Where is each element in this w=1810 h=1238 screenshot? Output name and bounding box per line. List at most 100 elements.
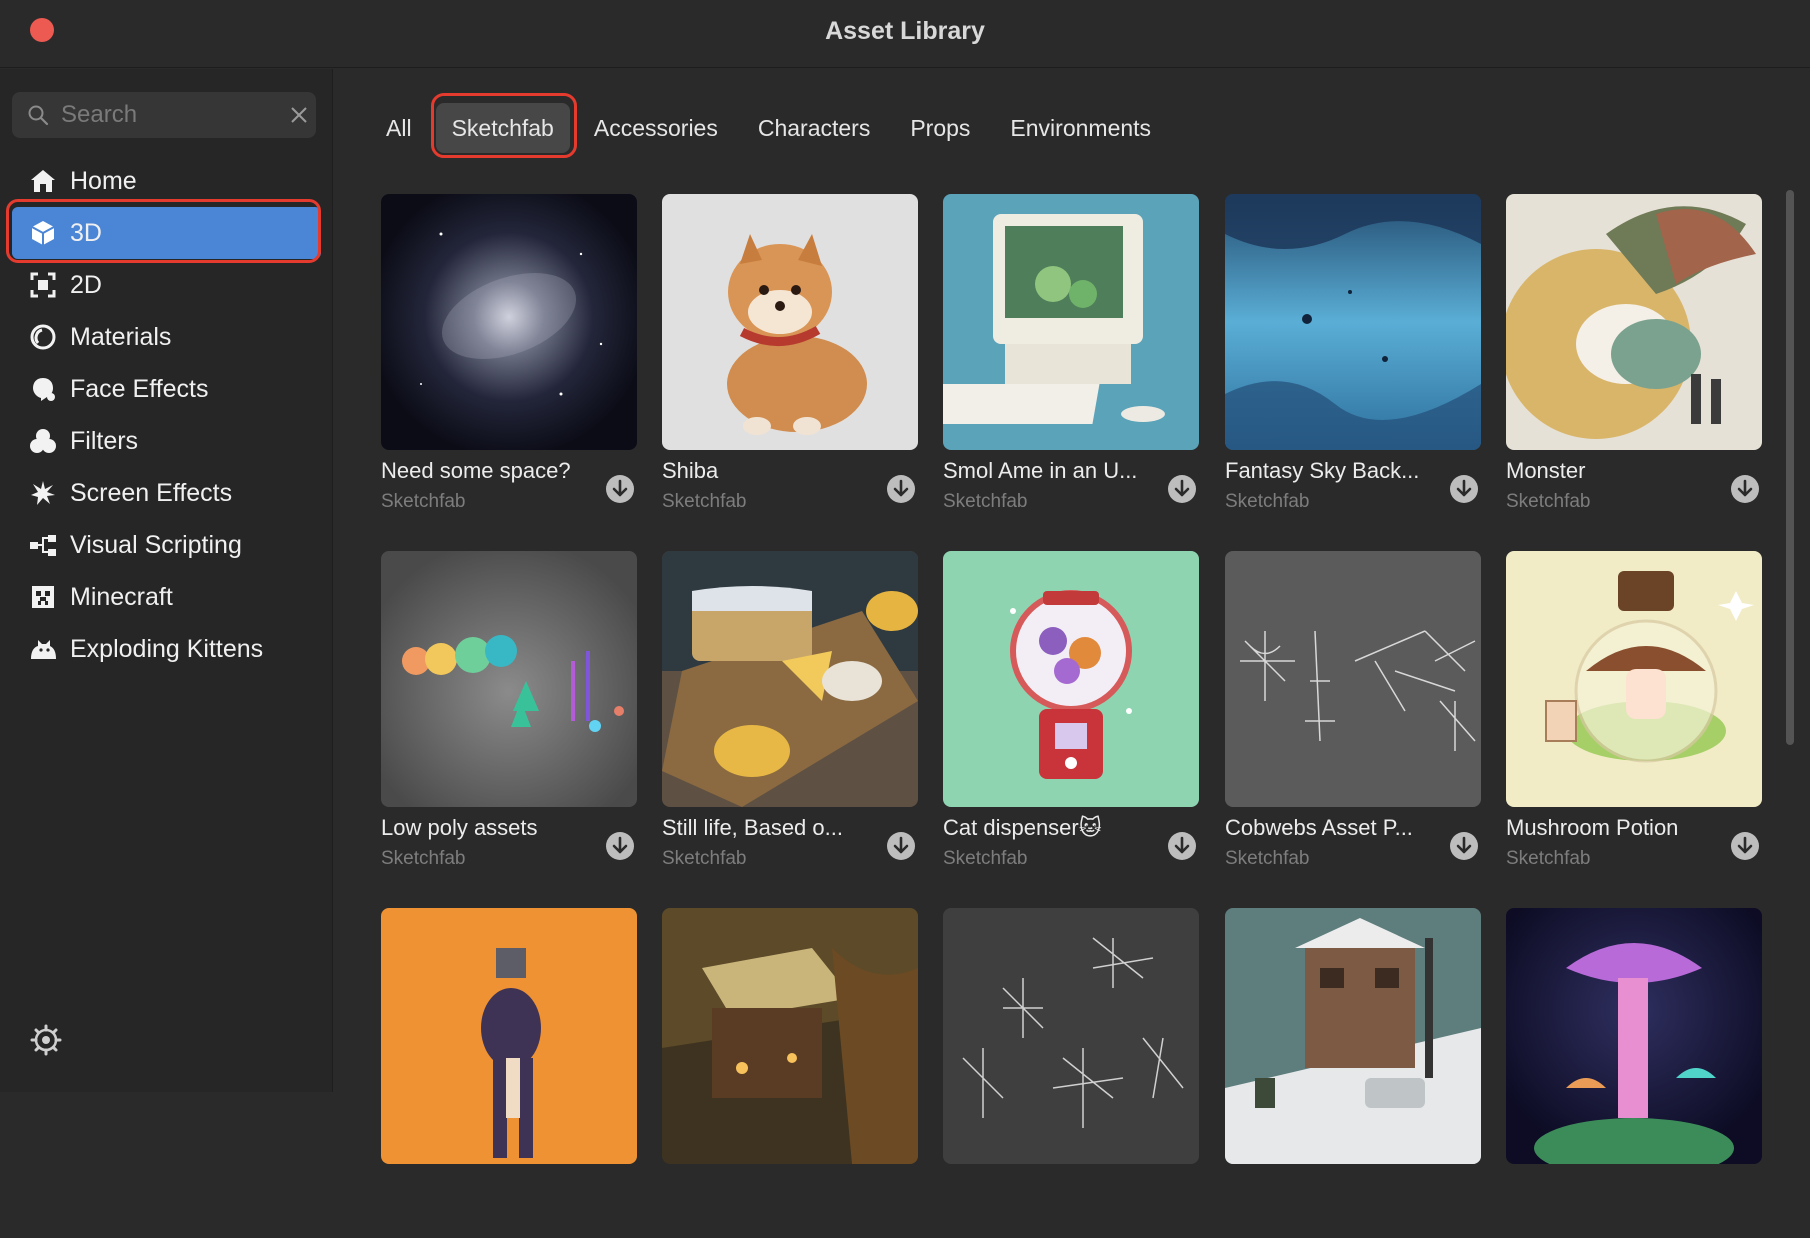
sidebar-item-label: Face Effects — [70, 374, 209, 403]
clear-search-icon[interactable] — [288, 104, 310, 126]
sidebar-item-screen-effects[interactable]: Screen Effects — [12, 467, 321, 519]
download-icon[interactable] — [605, 474, 635, 504]
download-icon[interactable] — [886, 474, 916, 504]
asset-card[interactable]: Shiba Sketchfab — [662, 194, 918, 524]
sidebar-item-label: Materials — [70, 322, 172, 351]
sidebar-item-face-effects[interactable]: Face Effects — [12, 363, 321, 415]
title-bar: Asset Library — [0, 0, 1810, 68]
sidebar-item-materials[interactable]: Materials — [12, 311, 321, 363]
asset-thumbnail[interactable] — [943, 551, 1199, 807]
asset-thumbnail[interactable] — [381, 194, 637, 450]
asset-thumbnail[interactable] — [1225, 551, 1481, 807]
asset-source: Sketchfab — [1506, 491, 1591, 512]
asset-card[interactable]: Cobwebs Asset P... Sketchfab — [1225, 551, 1481, 881]
sidebar-item-3d[interactable]: 3D — [12, 207, 321, 259]
sidebar-item-exploding-kittens[interactable]: Exploding Kittens — [12, 623, 321, 675]
asset-thumbnail[interactable] — [381, 551, 637, 807]
sidebar-item-2d[interactable]: 2D — [12, 259, 321, 311]
asset-source: Sketchfab — [381, 848, 466, 869]
search-icon — [28, 105, 49, 126]
sidebar-item-label: Visual Scripting — [70, 530, 242, 559]
asset-thumbnail[interactable] — [1506, 194, 1762, 450]
asset-title: Fantasy Sky Back... — [1225, 458, 1420, 483]
asset-card[interactable] — [943, 908, 1199, 1238]
asset-card[interactable]: Monster Sketchfab — [1506, 194, 1762, 524]
asset-thumbnail[interactable] — [662, 551, 918, 807]
sidebar-item-label: 3D — [70, 218, 102, 247]
download-icon[interactable] — [1449, 474, 1479, 504]
asset-source: Sketchfab — [662, 491, 747, 512]
asset-thumbnail[interactable] — [943, 908, 1199, 1164]
download-icon[interactable] — [1730, 474, 1760, 504]
tab-sketchfab[interactable]: Sketchfab — [435, 103, 570, 153]
asset-card[interactable]: Still life, Based o... Sketchfab — [662, 551, 918, 881]
asset-source: Sketchfab — [381, 491, 466, 512]
download-icon[interactable] — [1167, 474, 1197, 504]
settings-icon[interactable] — [30, 1024, 62, 1056]
sidebar-item-visual-scripting[interactable]: Visual Scripting — [12, 519, 321, 571]
visual-scripting-icon — [28, 530, 58, 560]
asset-title: Still life, Based o... — [662, 815, 843, 840]
asset-thumbnail[interactable] — [1506, 908, 1762, 1164]
sidebar-item-label: Screen Effects — [70, 478, 233, 507]
download-icon[interactable] — [1167, 831, 1197, 861]
asset-card[interactable]: Fantasy Sky Back... Sketchfab — [1225, 194, 1481, 524]
tab-characters[interactable]: Characters — [742, 103, 886, 153]
tab-environments[interactable]: Environments — [994, 103, 1167, 153]
tab-props[interactable]: Props — [894, 103, 986, 153]
asset-thumbnail[interactable] — [943, 194, 1199, 450]
sidebar-item-label: Filters — [70, 426, 139, 455]
asset-title: Smol Ame in an U... — [943, 458, 1138, 483]
asset-card[interactable] — [662, 908, 918, 1238]
sidebar-item-home[interactable]: Home — [12, 155, 321, 207]
asset-title: Monster — [1506, 458, 1586, 483]
face-effects-icon — [28, 374, 58, 404]
asset-card[interactable]: Need some space? Sketchfab — [381, 194, 637, 524]
tab-accessories[interactable]: Accessories — [578, 103, 734, 153]
sidebar: Home 3D 2D Materials — [0, 69, 333, 1092]
tab-all[interactable]: All — [370, 103, 428, 153]
asset-thumbnail[interactable] — [662, 908, 918, 1164]
asset-card[interactable] — [1225, 908, 1481, 1238]
asset-title: Cat dispenser🐱 — [943, 815, 1102, 840]
category-tabs: All Sketchfab Accessories Characters Pro… — [370, 103, 1175, 153]
sidebar-item-filters[interactable]: Filters — [12, 415, 321, 467]
asset-title: Cobwebs Asset P... — [1225, 815, 1413, 840]
main-content: All Sketchfab Accessories Characters Pro… — [334, 69, 1810, 1164]
sidebar-item-label: Home — [70, 166, 137, 195]
scrollbar[interactable] — [1786, 190, 1794, 745]
asset-card[interactable]: Low poly assets Sketchfab — [381, 551, 637, 881]
asset-thumbnail[interactable] — [1225, 194, 1481, 450]
download-icon[interactable] — [1730, 831, 1760, 861]
sidebar-item-label: Exploding Kittens — [70, 634, 264, 663]
asset-title: Mushroom Potion — [1506, 815, 1679, 840]
minecraft-icon — [28, 582, 58, 612]
download-icon[interactable] — [1449, 831, 1479, 861]
asset-card[interactable]: Smol Ame in an U... Sketchfab — [943, 194, 1199, 524]
asset-title: Need some space? — [381, 458, 571, 483]
asset-card[interactable] — [1506, 908, 1762, 1238]
asset-library-window: Asset Library Home — [0, 0, 1810, 1164]
sidebar-nav: Home 3D 2D Materials Face Effects Filter… — [0, 155, 333, 675]
asset-source: Sketchfab — [943, 848, 1028, 869]
asset-title: Low poly assets — [381, 815, 538, 840]
asset-title: Shiba — [662, 458, 719, 483]
asset-source: Sketchfab — [1225, 491, 1310, 512]
sidebar-item-minecraft[interactable]: Minecraft — [12, 571, 321, 623]
asset-thumbnail[interactable] — [1506, 551, 1762, 807]
asset-card[interactable] — [381, 908, 637, 1238]
asset-source: Sketchfab — [1506, 848, 1591, 869]
asset-thumbnail[interactable] — [381, 908, 637, 1164]
asset-thumbnail[interactable] — [662, 194, 918, 450]
download-icon[interactable] — [605, 831, 635, 861]
home-icon — [28, 166, 58, 196]
filters-icon — [28, 426, 58, 456]
asset-source: Sketchfab — [662, 848, 747, 869]
asset-source: Sketchfab — [1225, 848, 1310, 869]
asset-thumbnail[interactable] — [1225, 908, 1481, 1164]
asset-card[interactable]: Mushroom Potion Sketchfab — [1506, 551, 1762, 881]
search-input[interactable] — [61, 97, 281, 133]
asset-card[interactable]: Cat dispenser🐱 Sketchfab — [943, 551, 1199, 881]
frame-icon — [28, 270, 58, 300]
download-icon[interactable] — [886, 831, 916, 861]
